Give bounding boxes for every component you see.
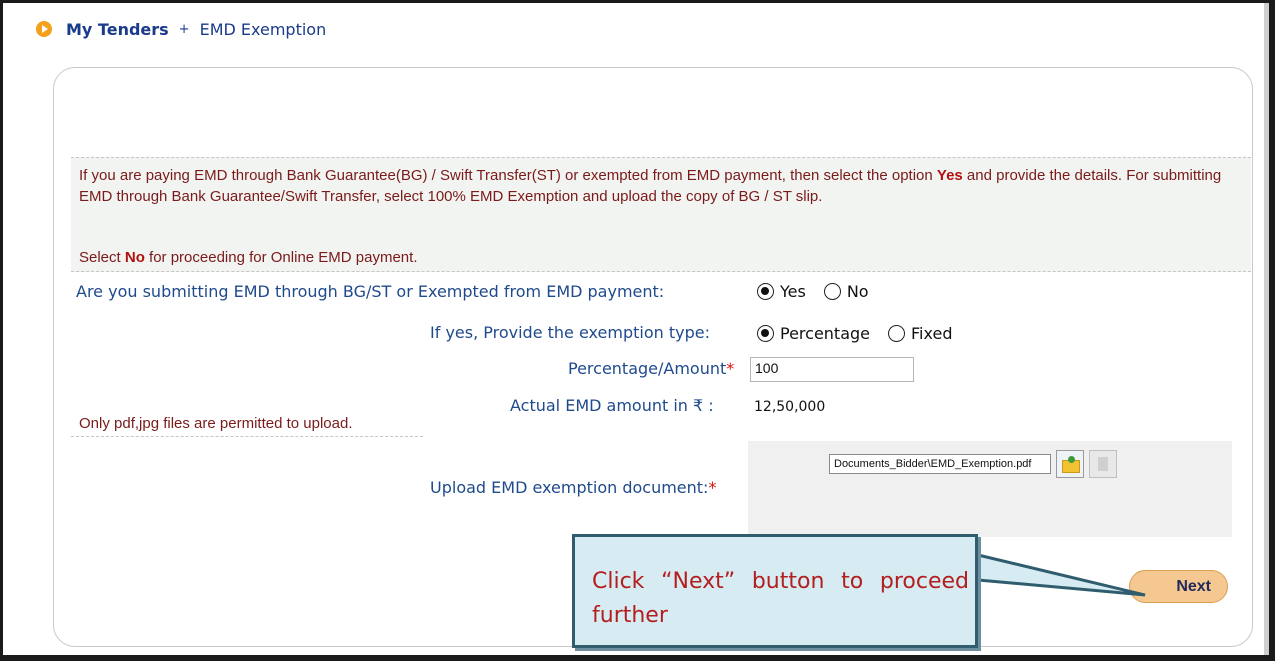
next-button[interactable]: Next bbox=[1129, 570, 1228, 603]
upload-file-field[interactable]: Documents_Bidder\EMD_Exemption.pdf bbox=[829, 454, 1051, 474]
actual-emd-label: Actual EMD amount in ₹ : bbox=[510, 396, 714, 415]
breadcrumb-separator: + bbox=[178, 21, 190, 37]
instruction-callout: Click “Next” button to proceed further bbox=[572, 534, 978, 648]
screen-frame: My Tenders + EMD Exemption If you are pa… bbox=[3, 3, 1269, 655]
frame-edge bbox=[1264, 3, 1269, 655]
q2-fixed-option[interactable]: Fixed bbox=[888, 324, 952, 343]
q1-label: Are you submitting EMD through BG/ST or … bbox=[76, 282, 665, 301]
actual-emd-value: 12,50,000 bbox=[754, 399, 826, 415]
folder-icon[interactable] bbox=[1056, 450, 1084, 478]
q1-radio-group: Yes No bbox=[757, 282, 887, 301]
q2-radio-group: Percentage Fixed bbox=[757, 324, 970, 343]
breadcrumb: My Tenders + EMD Exemption bbox=[36, 18, 326, 40]
upload-label: Upload EMD exemption document:* bbox=[430, 478, 717, 497]
amount-input[interactable]: 100 bbox=[750, 357, 914, 382]
upload-area: Documents_Bidder\EMD_Exemption.pdf bbox=[748, 441, 1232, 537]
amount-label: Percentage/Amount* bbox=[568, 359, 735, 378]
q1-yes-option[interactable]: Yes bbox=[757, 282, 806, 301]
q2-fixed-radio[interactable] bbox=[888, 325, 906, 342]
notice-paragraph: If you are paying EMD through Bank Guara… bbox=[79, 167, 1222, 205]
q1-no-option[interactable]: No bbox=[823, 282, 869, 301]
notice-online-emd: Select No for proceeding for Online EMD … bbox=[79, 249, 418, 266]
file-type-note: Only pdf,jpg files are permitted to uplo… bbox=[71, 413, 423, 437]
q2-percentage-option[interactable]: Percentage bbox=[757, 324, 870, 343]
instruction-notice: If you are paying EMD through Bank Guara… bbox=[71, 157, 1251, 272]
breadcrumb-current: EMD Exemption bbox=[199, 19, 327, 39]
clear-icon[interactable] bbox=[1089, 450, 1117, 478]
q1-no-radio[interactable] bbox=[823, 283, 841, 300]
q2-percentage-radio[interactable] bbox=[757, 325, 774, 342]
arrow-circle-icon bbox=[36, 21, 52, 37]
q2-label: If yes, Provide the exemption type: bbox=[430, 323, 710, 342]
callout-text: Click “Next” button to proceed further bbox=[592, 569, 969, 628]
q1-yes-radio[interactable] bbox=[757, 283, 774, 300]
breadcrumb-my-tenders[interactable]: My Tenders bbox=[66, 20, 169, 39]
